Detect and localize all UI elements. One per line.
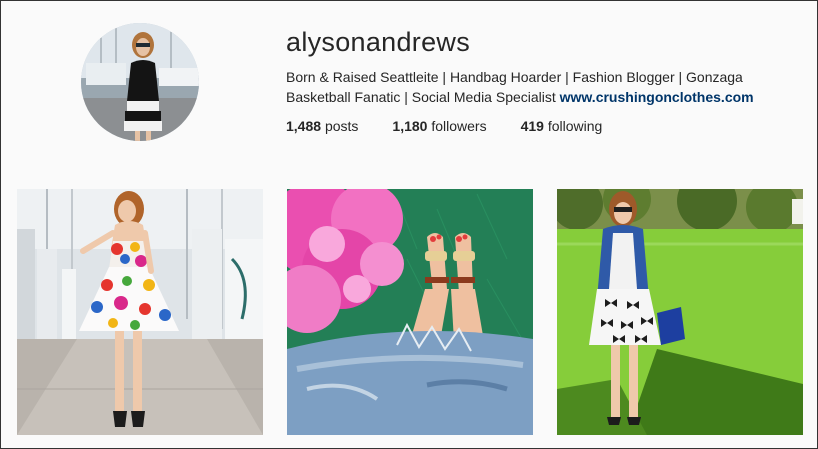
username: alysonandrews [286,27,471,57]
following-count: 419 [520,118,544,134]
avatar[interactable] [81,23,199,141]
photo-tile-2[interactable] [287,189,533,435]
profile-stats: 1,488 posts 1,180 followers 419 followin… [286,118,636,134]
followers-label: followers [431,118,487,134]
photo-tile-3[interactable] [557,189,803,435]
followers-stat[interactable]: 1,180 followers [392,118,486,134]
posts-label: posts [324,118,359,134]
photo-woman-bow-dress-park [557,189,803,435]
following-stat[interactable]: 419 following [521,118,603,134]
followers-count: 1,180 [392,118,428,134]
photo-woman-polka-dot-dress-marina [17,189,263,435]
photo-tile-1[interactable] [17,189,263,435]
profile-page: alysonandrews Born & Raised Seattleite |… [0,0,818,449]
avatar-image [81,23,199,141]
profile-bio: Born & Raised Seattleite | Handbag Hoard… [286,67,806,107]
posts-stat: 1,488 posts [286,118,358,134]
photo-pink-peonies-sandals-denim [287,189,533,435]
following-label: following [547,118,603,134]
website-link[interactable]: www.crushingonclothes.com [560,89,754,105]
posts-count: 1,488 [286,118,322,134]
